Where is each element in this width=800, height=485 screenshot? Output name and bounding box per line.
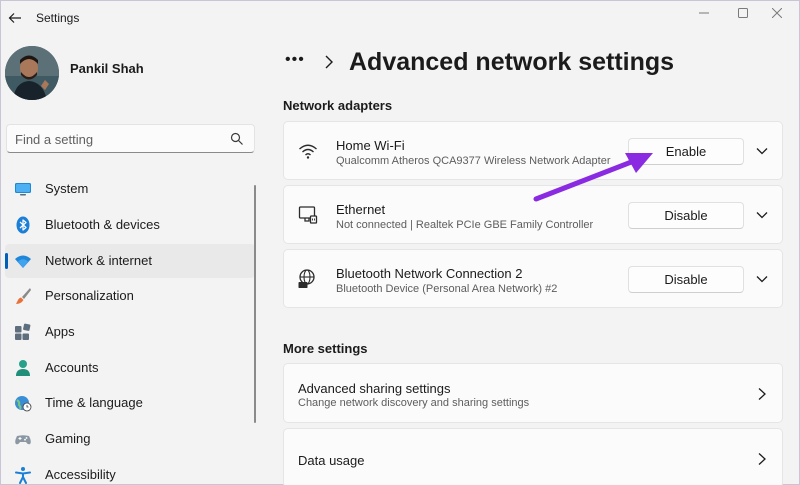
- disable-button[interactable]: Disable: [628, 202, 744, 229]
- accessibility-icon: [15, 467, 31, 484]
- setting-title: Advanced sharing settings: [298, 381, 451, 396]
- sidebar-item-network[interactable]: Network & internet: [5, 244, 255, 278]
- sidebar-item-apps[interactable]: Apps: [5, 315, 255, 349]
- close-button[interactable]: [757, 3, 797, 23]
- disable-button[interactable]: Disable: [628, 266, 744, 293]
- sidebar-item-system[interactable]: System: [5, 172, 255, 206]
- minimize-icon: [699, 12, 709, 14]
- sidebar-item-label: Personalization: [45, 288, 134, 303]
- search-icon[interactable]: [230, 132, 244, 146]
- adapter-name: Bluetooth Network Connection 2: [336, 266, 523, 281]
- ethernet-icon: [298, 206, 318, 224]
- adapter-description: Not connected | Realtek PCIe GBE Family …: [336, 219, 594, 231]
- network-globe-icon: [298, 269, 315, 288]
- section-heading-network-adapters: Network adapters: [283, 98, 393, 113]
- back-button[interactable]: [5, 8, 25, 28]
- apps-icon: [15, 323, 31, 340]
- person-icon: [16, 360, 30, 376]
- adapter-card-home-wifi[interactable]: Home Wi-Fi Qualcomm Atheros QCA9377 Wire…: [283, 121, 783, 180]
- adapter-description: Bluetooth Device (Personal Area Network)…: [336, 283, 558, 295]
- adapter-card-bluetooth-network[interactable]: Bluetooth Network Connection 2 Bluetooth…: [283, 249, 783, 308]
- setting-title: Data usage: [298, 453, 365, 468]
- chevron-right-icon: [758, 388, 766, 400]
- advanced-sharing-settings-item[interactable]: Advanced sharing settings Change network…: [283, 363, 783, 423]
- sidebar-item-accounts[interactable]: Accounts: [5, 351, 255, 385]
- back-arrow-icon: [8, 13, 21, 23]
- maximize-icon: [738, 8, 748, 18]
- wifi-icon: [15, 255, 31, 268]
- sidebar-item-label: Gaming: [45, 431, 91, 446]
- adapter-card-ethernet[interactable]: Ethernet Not connected | Realtek PCIe GB…: [283, 185, 783, 244]
- profile-photo-icon: [5, 46, 59, 100]
- active-indicator: [5, 253, 8, 269]
- brush-icon: [16, 288, 31, 304]
- profile-name: Pankil Shah: [70, 61, 144, 76]
- adapter-name: Home Wi-Fi: [336, 138, 405, 153]
- sidebar-item-label: Bluetooth & devices: [45, 217, 160, 232]
- chevron-right-icon: [325, 55, 333, 69]
- adapter-name: Ethernet: [336, 202, 386, 217]
- app-title: Settings: [36, 11, 80, 25]
- chevron-right-icon: [758, 453, 766, 465]
- section-heading-more-settings: More settings: [283, 341, 368, 356]
- chevron-down-icon[interactable]: [755, 208, 769, 222]
- sidebar-item-label: Accessibility: [45, 467, 116, 482]
- sidebar-item-personalization[interactable]: Personalization: [5, 279, 255, 313]
- title-bar: Settings: [1, 1, 799, 35]
- chevron-down-icon[interactable]: [755, 144, 769, 158]
- close-icon: [772, 8, 782, 18]
- sidebar-item-label: Accounts: [45, 360, 99, 375]
- sidebar-item-accessibility[interactable]: Accessibility: [5, 458, 255, 485]
- data-usage-item[interactable]: Data usage: [283, 428, 783, 485]
- sidebar-item-label: Time & language: [45, 395, 143, 410]
- gamepad-icon: [15, 435, 31, 445]
- search-input[interactable]: [15, 130, 225, 148]
- adapter-description: Qualcomm Atheros QCA9377 Wireless Networ…: [336, 155, 611, 167]
- page-title: Advanced network settings: [349, 48, 675, 76]
- sidebar-item-label: System: [45, 181, 89, 196]
- sidebar-item-gaming[interactable]: Gaming: [5, 422, 255, 456]
- sidebar-scrollbar[interactable]: [254, 185, 256, 423]
- globe-clock-icon: [15, 396, 32, 412]
- search-box[interactable]: [6, 124, 255, 153]
- breadcrumb-more-button[interactable]: •••: [285, 51, 305, 69]
- sidebar-item-label: Apps: [45, 324, 75, 339]
- minimize-button[interactable]: [684, 3, 724, 23]
- avatar[interactable]: [5, 46, 59, 100]
- bluetooth-icon: [16, 216, 30, 234]
- setting-description: Change network discovery and sharing set…: [298, 397, 530, 409]
- sidebar-item-bluetooth[interactable]: Bluetooth & devices: [5, 208, 255, 242]
- chevron-down-icon[interactable]: [755, 272, 769, 286]
- monitor-icon: [15, 183, 31, 196]
- enable-button[interactable]: Enable: [628, 138, 744, 165]
- sidebar-item-label: Network & internet: [45, 253, 152, 268]
- wifi-icon: [299, 144, 317, 159]
- sidebar-item-time-language[interactable]: Time & language: [5, 386, 255, 420]
